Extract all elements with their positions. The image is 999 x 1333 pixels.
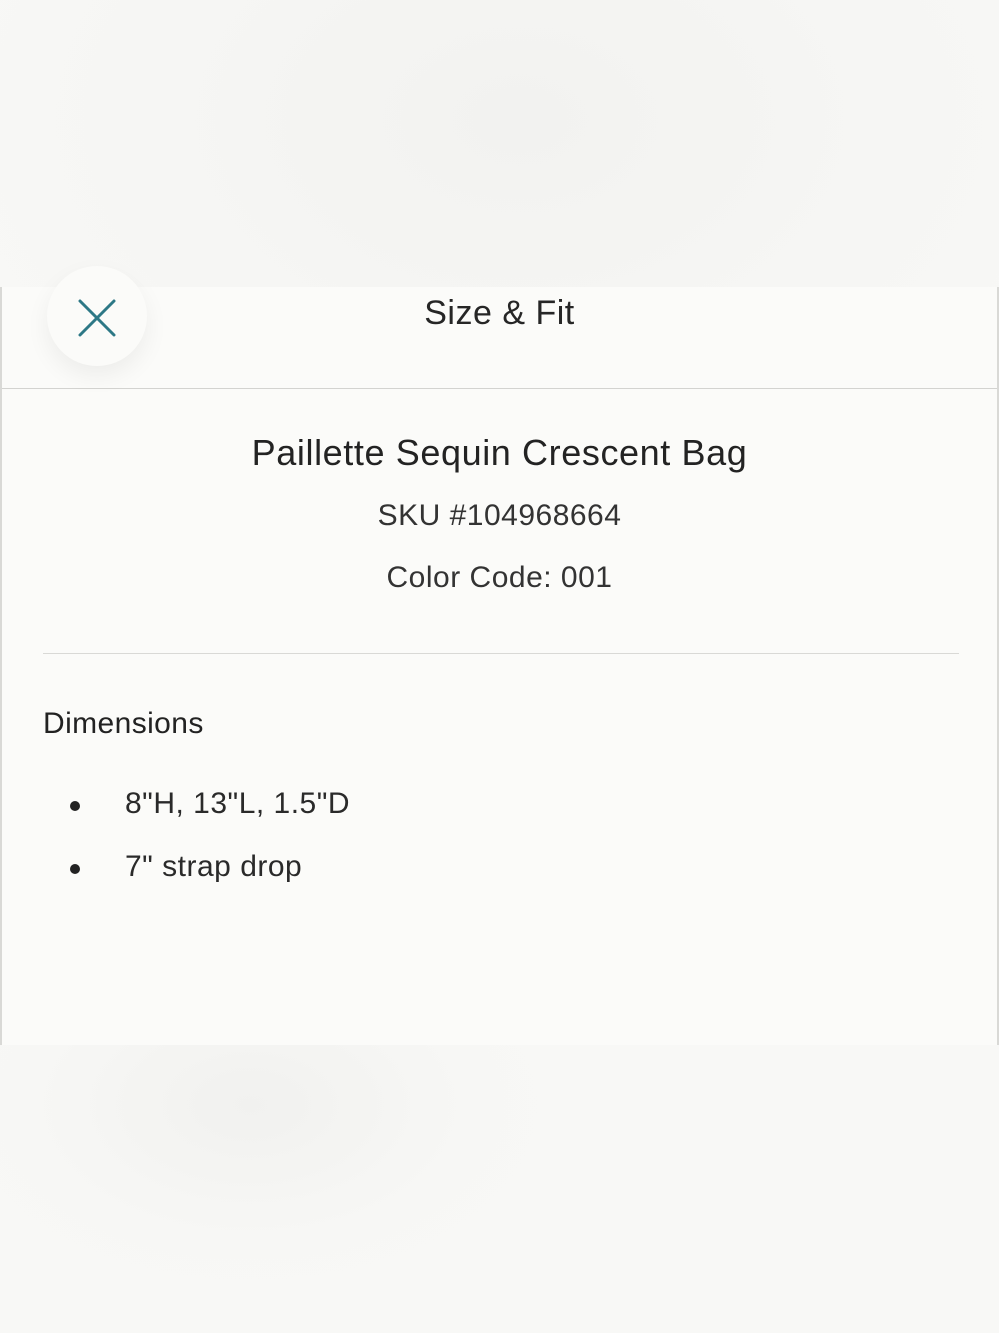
strap-drop-text: 7" strap drop (125, 850, 303, 883)
product-name: Paillette Sequin Crescent Bag (251, 432, 748, 473)
bullet-icon (70, 864, 80, 874)
dimensions-heading: Dimensions (43, 707, 204, 740)
divider (43, 653, 959, 654)
background-overlay-bottom (0, 1045, 999, 1333)
size-fit-sheet: Size & Fit Paillette Sequin Crescent Bag… (0, 266, 999, 1045)
bullet-icon (70, 801, 80, 811)
product-color-code: Color Code: 001 (386, 561, 613, 594)
sheet-header: Size & Fit (2, 266, 997, 389)
product-sku: SKU #104968664 (377, 499, 622, 532)
sheet-title: Size & Fit (424, 294, 575, 332)
dimension-text: 8"H, 13"L, 1.5"D (125, 787, 351, 820)
